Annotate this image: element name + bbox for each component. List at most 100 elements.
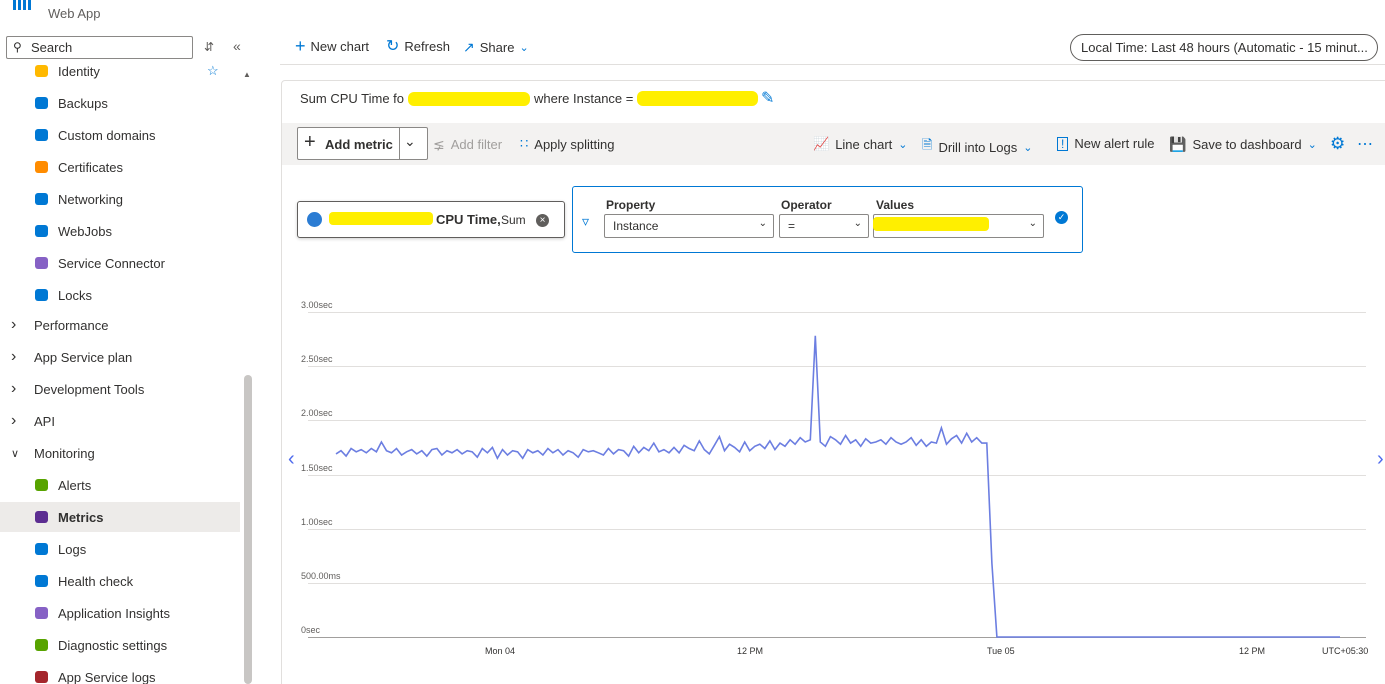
- search-input[interactable]: [31, 38, 189, 57]
- redacted-instance: [637, 91, 758, 106]
- sidebar-item-backups[interactable]: Backups: [0, 88, 240, 118]
- sidebar-item-certificates[interactable]: Certificates: [0, 152, 240, 182]
- chevron-right-icon: ›: [11, 380, 17, 397]
- checkmark-icon[interactable]: ✓: [1055, 211, 1068, 224]
- sidebar-item-networking[interactable]: Networking: [0, 184, 240, 214]
- y-tick-label: 3.00sec: [301, 300, 333, 310]
- operator-dropdown[interactable]: = ⌄: [779, 214, 869, 238]
- add-filter-label: Add filter: [450, 137, 503, 152]
- webjobs-icon: [33, 223, 50, 240]
- filter-icon: ▿: [582, 213, 590, 229]
- sidebar-item-logs[interactable]: Logs: [0, 534, 240, 564]
- metric-aggregation: Sum: [501, 213, 526, 227]
- sidebar-item-development-tools[interactable]: › Development Tools: [0, 374, 240, 404]
- redacted-value: [873, 217, 989, 231]
- plus-icon: +: [295, 36, 306, 56]
- search-icon: ⚲: [13, 40, 22, 54]
- scroll-up-icon[interactable]: ▲: [243, 70, 251, 79]
- metrics-app-icon: [13, 0, 31, 10]
- share-icon: ↗: [463, 39, 475, 55]
- sidebar-item-health-check[interactable]: Health check: [0, 566, 240, 596]
- values-label: Values: [876, 198, 915, 212]
- x-tick-label: 12 PM: [737, 646, 764, 656]
- sidebar: Web App ⚲ ⇵ « Identity ☆ Backups Custom dom…: [0, 0, 254, 684]
- chevron-down-icon: ⌄: [1023, 141, 1033, 154]
- share-button[interactable]: ↗ Share ⌄: [463, 39, 529, 56]
- metric-name: CPU Time,: [436, 212, 501, 227]
- chart-title[interactable]: Sum CPU Time fo: [300, 91, 404, 106]
- line-chart-button[interactable]: 📈 Line chart ⌄: [813, 136, 908, 152]
- sidebar-item-metrics[interactable]: Metrics: [0, 502, 240, 532]
- chevron-down-icon: ⌄: [1028, 218, 1037, 229]
- chevron-down-icon[interactable]: ⌄: [404, 133, 416, 150]
- sidebar-item-locks[interactable]: Locks: [0, 280, 240, 310]
- splitting-icon: ∷: [520, 136, 529, 151]
- sidebar-item-application-insights[interactable]: Application Insights: [0, 598, 240, 628]
- sidebar-item-app-service-plan[interactable]: › App Service plan: [0, 342, 240, 372]
- sidebar-item-custom-domains[interactable]: Custom domains: [0, 120, 240, 150]
- sidebar-item-webjobs[interactable]: WebJobs: [0, 216, 240, 246]
- service-connector-icon: [33, 255, 50, 272]
- chart-title-prefix: Sum CPU Time fo: [300, 91, 405, 106]
- plus-icon: +: [304, 131, 316, 153]
- apply-splitting-button[interactable]: ∷ Apply splitting: [520, 136, 615, 152]
- gridline: [308, 582, 1366, 584]
- sidebar-item-label: WebJobs: [58, 223, 112, 239]
- sidebar-item-identity[interactable]: Identity ☆: [0, 56, 240, 86]
- close-icon[interactable]: ×: [536, 214, 549, 227]
- x-tick-label: Mon 04: [485, 646, 516, 656]
- sidebar-item-diagnostic-settings[interactable]: Diagnostic settings: [0, 630, 240, 660]
- sidebar-item-monitoring[interactable]: ∨ Monitoring: [0, 438, 240, 468]
- sidebar-item-performance[interactable]: › Performance: [0, 310, 240, 340]
- sidebar-item-app-service-logs[interactable]: App Service logs: [0, 662, 240, 684]
- health-check-icon: [33, 573, 50, 590]
- gear-icon[interactable]: ⚙: [1330, 134, 1345, 154]
- line-chart-label: Line chart: [835, 136, 893, 152]
- sidebar-item-label: Identity: [58, 63, 100, 79]
- chevron-right-icon[interactable]: ›: [1377, 448, 1384, 471]
- more-options-icon[interactable]: ⋯: [1357, 134, 1373, 154]
- chevron-right-icon: ›: [11, 316, 17, 333]
- favorite-star-icon[interactable]: ☆: [207, 63, 219, 79]
- sidebar-item-alerts[interactable]: Alerts: [0, 470, 240, 500]
- collapse-sidebar-icon[interactable]: «: [233, 38, 241, 54]
- sidebar-item-service-connector[interactable]: Service Connector: [0, 248, 240, 278]
- chevron-down-icon: ⌄: [853, 218, 862, 229]
- share-label: Share: [479, 40, 515, 55]
- new-chart-button[interactable]: + New chart: [295, 36, 369, 56]
- time-range-button[interactable]: Local Time: Last 48 hours (Automatic - 1…: [1070, 34, 1378, 61]
- drill-into-logs-button[interactable]: 🗎 Drill into Logs ⌄: [922, 136, 1032, 158]
- gridline: [308, 366, 1366, 368]
- custom-domains-icon: [33, 127, 50, 144]
- sidebar-item-label: Application Insights: [58, 605, 171, 621]
- refresh-button[interactable]: ↻ Refresh: [386, 39, 450, 55]
- save-to-dashboard-button[interactable]: 💾 Save to dashboard ⌄: [1169, 136, 1317, 153]
- y-tick-label: 2.50sec: [301, 354, 333, 365]
- apply-splitting-label: Apply splitting: [534, 136, 615, 152]
- expand-collapse-icon[interactable]: ⇵: [204, 40, 214, 54]
- line-chart-icon: 📈: [813, 136, 830, 151]
- add-metric-button[interactable]: + Add metric ⌄: [297, 127, 428, 160]
- sidebar-item-label: Monitoring: [34, 445, 95, 461]
- divider: [280, 64, 1385, 65]
- redacted-resource: [329, 212, 433, 225]
- sidebar-item-label: API: [34, 413, 55, 429]
- chevron-down-icon: ⌄: [519, 42, 529, 54]
- sidebar-item-label: Backups: [58, 95, 108, 111]
- sidebar-item-label: Health check: [58, 573, 134, 589]
- chevron-down-icon: ⌄: [758, 218, 767, 229]
- sidebar-item-label: Service Connector: [58, 255, 165, 271]
- add-filter-button[interactable]: ⪇ Add filter: [433, 136, 502, 153]
- chevron-left-icon[interactable]: ‹: [288, 448, 295, 471]
- scrollbar-thumb[interactable]: [244, 375, 252, 684]
- sidebar-item-api[interactable]: › API: [0, 406, 240, 436]
- metric-pill[interactable]: CPU Time, Sum ×: [297, 201, 565, 238]
- gridline: [308, 474, 1366, 476]
- chart-panel: [281, 80, 1385, 684]
- property-dropdown[interactable]: Instance ⌄: [604, 214, 774, 238]
- gridline: [308, 312, 1366, 313]
- new-alert-rule-button[interactable]: ! New alert rule: [1057, 136, 1155, 151]
- gridline: [308, 420, 1366, 422]
- timezone-label: UTC+05:30: [1322, 646, 1369, 656]
- edit-title-icon[interactable]: ✎: [761, 88, 774, 108]
